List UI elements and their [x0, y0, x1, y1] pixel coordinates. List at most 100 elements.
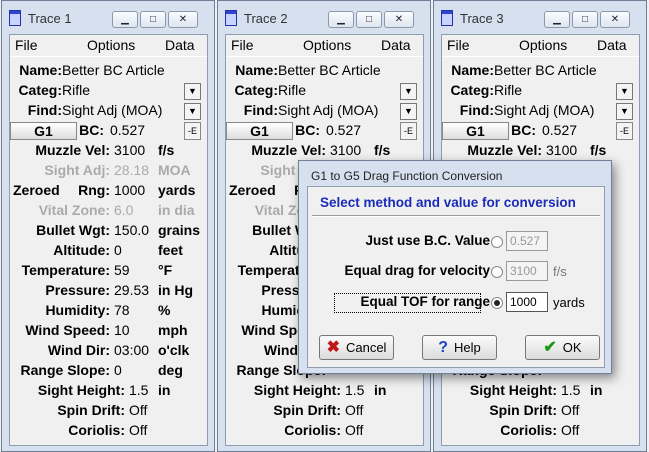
ok-button[interactable]: ✔ OK: [525, 335, 600, 360]
sight-adj-value[interactable]: 28.18: [114, 162, 149, 178]
wind-dir-label: Wind Dir:: [47, 342, 110, 358]
categ-value[interactable]: Rifle: [62, 82, 90, 98]
wind-dir-value[interactable]: 03:00: [114, 342, 149, 358]
wind-dir-unit: o'clk: [158, 342, 190, 358]
menu-file[interactable]: File: [447, 37, 470, 53]
bc-value[interactable]: 0.527: [326, 122, 361, 138]
categ-value[interactable]: Rifle: [278, 82, 306, 98]
name-value[interactable]: Better BC Article: [494, 62, 597, 78]
window-title: Trace 2: [244, 11, 288, 26]
minimize-button[interactable]: ▁: [328, 11, 354, 28]
dialog-title: G1 to G5 Drag Function Conversion: [311, 169, 503, 183]
menu-data[interactable]: Data: [381, 37, 411, 53]
name-value[interactable]: Better BC Article: [62, 62, 165, 78]
bc-value-field[interactable]: 0.527: [506, 231, 548, 251]
coriolis-value[interactable]: Off: [561, 422, 579, 438]
bc-label: BC:: [295, 122, 320, 138]
minimize-button[interactable]: ▁: [112, 11, 138, 28]
categ-value[interactable]: Rifle: [494, 82, 522, 98]
trace-panel: File Options Data Name: Better BC Article Cat…: [9, 34, 208, 446]
maximize-button[interactable]: □: [140, 11, 166, 28]
cancel-x-icon: ✖: [326, 339, 340, 356]
menu-options[interactable]: Options: [303, 37, 351, 53]
spin-drift-label: Spin Drift:: [489, 402, 557, 418]
find-value[interactable]: Sight Adj (MOA): [494, 102, 594, 118]
help-label: Help: [454, 340, 481, 355]
trace-window-1: Trace 1 ▁ □ ✕ File Options Data Name: Better BC …: [1, 0, 215, 452]
muzzle-vel-unit: f/s: [374, 142, 391, 158]
range-value-field[interactable]: 1000: [506, 292, 548, 312]
close-button[interactable]: ✕: [600, 11, 630, 28]
categ-dropdown[interactable]: ▼: [400, 83, 417, 100]
pressure-unit: in Hg: [158, 282, 193, 298]
temperature-value[interactable]: 59: [114, 262, 130, 278]
vital-zone-value[interactable]: 6.0: [114, 202, 133, 218]
categ-dropdown[interactable]: ▼: [184, 83, 201, 100]
muzzle-vel-label: Muzzle Vel:: [35, 142, 110, 158]
bullet-wgt-label: Bullet Wgt:: [36, 222, 110, 238]
muzzle-vel-value[interactable]: 3100: [546, 142, 577, 158]
bc-edit-button[interactable]: ‑E: [616, 122, 633, 140]
bc-value[interactable]: 0.527: [542, 122, 577, 138]
ok-check-icon: ✔: [543, 339, 557, 356]
maximize-button[interactable]: □: [572, 11, 598, 28]
drag-model-button[interactable]: G1: [226, 122, 293, 140]
find-label: Find:: [459, 102, 494, 118]
sight-height-value[interactable]: 1.5: [561, 382, 580, 398]
sight-height-value[interactable]: 1.5: [345, 382, 364, 398]
range-slope-label: Range Slope:: [20, 362, 110, 378]
humidity-value[interactable]: 78: [114, 302, 130, 318]
menu-data[interactable]: Data: [597, 37, 627, 53]
option-label-tof: Equal TOF for range: [360, 294, 490, 309]
cancel-button[interactable]: ✖ Cancel: [319, 335, 394, 360]
bc-edit-button[interactable]: ‑E: [184, 122, 201, 140]
radio-use-bc[interactable]: [491, 236, 503, 248]
vital-zone-label: Vital Zone:: [38, 202, 110, 218]
name-value[interactable]: Better BC Article: [278, 62, 381, 78]
altitude-value[interactable]: 0: [114, 242, 122, 258]
coriolis-value[interactable]: Off: [345, 422, 363, 438]
help-button[interactable]: ? Help: [422, 335, 497, 360]
radio-equal-drag[interactable]: [491, 266, 503, 278]
muzzle-vel-value[interactable]: 3100: [114, 142, 145, 158]
vital-zone-unit: in dia: [158, 202, 195, 218]
find-dropdown[interactable]: ▼: [184, 103, 201, 120]
zeroed-rng-value[interactable]: 1000: [114, 182, 145, 198]
menu-data[interactable]: Data: [165, 37, 195, 53]
minimize-button[interactable]: ▁: [544, 11, 570, 28]
sight-height-value[interactable]: 1.5: [129, 382, 148, 398]
drag-model-button[interactable]: G1: [442, 122, 509, 140]
find-dropdown[interactable]: ▼: [400, 103, 417, 120]
dialog-body: Select method and value for conversion J…: [307, 186, 605, 368]
bullet-wgt-unit: grains: [158, 222, 201, 238]
find-dropdown[interactable]: ▼: [616, 103, 633, 120]
spin-drift-value[interactable]: Off: [561, 402, 579, 418]
close-button[interactable]: ✕: [168, 11, 198, 28]
find-value[interactable]: Sight Adj (MOA): [62, 102, 162, 118]
menu-options[interactable]: Options: [519, 37, 567, 53]
drag-model-button[interactable]: G1: [10, 122, 77, 140]
menu-file[interactable]: File: [15, 37, 38, 53]
muzzle-vel-value[interactable]: 3100: [330, 142, 361, 158]
cancel-label: Cancel: [345, 340, 387, 355]
wind-speed-value[interactable]: 10: [114, 322, 130, 338]
range-slope-value[interactable]: 0: [114, 362, 122, 378]
menu-file[interactable]: File: [231, 37, 254, 53]
menu-options[interactable]: Options: [87, 37, 135, 53]
spin-drift-value[interactable]: Off: [345, 402, 363, 418]
find-value[interactable]: Sight Adj (MOA): [278, 102, 378, 118]
radio-equal-tof[interactable]: [491, 297, 503, 309]
categ-dropdown[interactable]: ▼: [616, 83, 633, 100]
velocity-value-field[interactable]: 3100: [506, 261, 548, 281]
coriolis-value[interactable]: Off: [129, 422, 147, 438]
bullet-wgt-value[interactable]: 150.0: [114, 222, 149, 238]
name-label: Name:: [235, 62, 278, 78]
close-button[interactable]: ✕: [384, 11, 414, 28]
bc-value[interactable]: 0.527: [110, 122, 145, 138]
app-icon: [225, 10, 237, 26]
coriolis-label: Coriolis:: [284, 422, 341, 438]
spin-drift-value[interactable]: Off: [129, 402, 147, 418]
pressure-value[interactable]: 29.53: [114, 282, 149, 298]
maximize-button[interactable]: □: [356, 11, 382, 28]
bc-edit-button[interactable]: ‑E: [400, 122, 417, 140]
